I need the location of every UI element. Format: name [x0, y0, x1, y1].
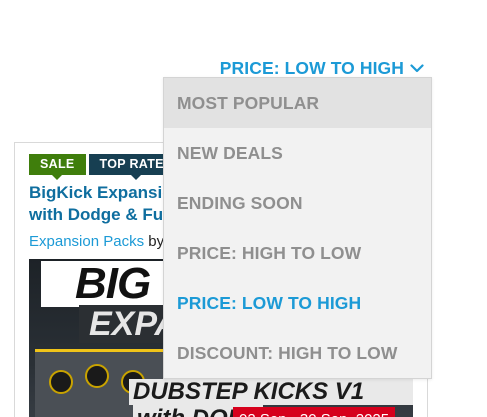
sort-option-most-popular[interactable]: MOST POPULAR — [164, 78, 431, 128]
sort-current-label: PRICE: LOW TO HIGH — [219, 57, 404, 78]
sort-dropdown-menu: MOST POPULAR NEW DEALS ENDING SOON PRICE… — [163, 77, 432, 379]
sort-option-new-deals[interactable]: NEW DEALS — [164, 128, 431, 178]
sort-option-price-high-to-low[interactable]: PRICE: HIGH TO LOW — [164, 228, 431, 278]
sort-option-price-low-to-high[interactable]: PRICE: LOW TO HIGH — [164, 278, 431, 328]
badge-row: SALE TOP RATED — [29, 154, 185, 180]
sort-dropdown-trigger[interactable]: PRICE: LOW TO HIGH — [220, 58, 424, 78]
sort-option-discount-high-to-low[interactable]: DISCOUNT: HIGH TO LOW — [164, 328, 431, 378]
image-text-kicks: DUBSTEP KICKS V1 — [129, 379, 413, 405]
sale-date-badge: 02 Sep - 30 Sep, 2025 — [233, 407, 396, 417]
knob-icon — [49, 370, 73, 394]
chevron-down-icon — [410, 63, 424, 72]
product-meta: Expansion Packs by — [29, 233, 164, 250]
sale-badge: SALE — [29, 154, 86, 180]
by-label: by — [148, 233, 165, 250]
knob-icon — [85, 364, 109, 388]
category-link[interactable]: Expansion Packs — [29, 233, 144, 250]
sort-option-ending-soon[interactable]: ENDING SOON — [164, 178, 431, 228]
